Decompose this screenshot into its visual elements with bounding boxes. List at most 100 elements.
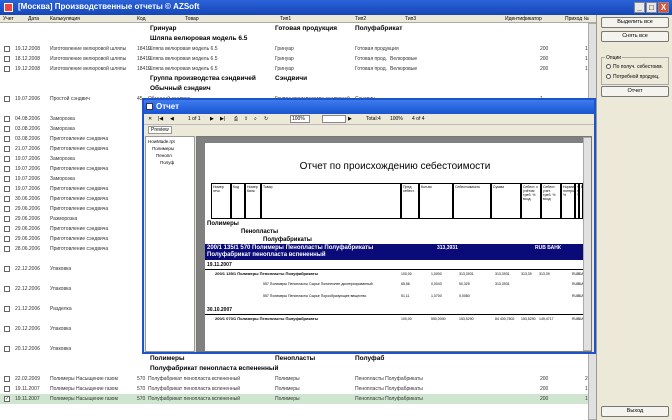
zoom-select[interactable]: 100% [290,115,310,123]
close-button[interactable]: X [658,2,669,13]
cell-date: 19.11.2007 [15,386,40,392]
column-header[interactable]: Идентификатор [505,16,542,22]
group-row: Гринуар Готовая продукция Полуфабрикат [0,24,596,34]
tab-preview[interactable]: Preview [148,126,172,134]
column-header[interactable]: Приход № [565,16,589,22]
column-header[interactable]: Дата [28,16,39,22]
print-icon[interactable]: ⎙ [234,116,238,122]
row-checkbox[interactable] [4,156,10,162]
row-checkbox[interactable] [4,166,10,172]
row-checkbox[interactable] [4,96,10,102]
band-currency: RUB БАНК [535,245,561,251]
column-header[interactable]: Товар [185,16,199,22]
search-field[interactable] [322,115,346,123]
maximize-button[interactable]: □ [646,2,657,13]
report-value: 1,0000 [431,272,442,276]
row-checkbox[interactable] [4,136,10,142]
clear-all-button[interactable]: Снять все [601,31,669,42]
report-value: 313,39 [521,272,532,276]
row-checkbox[interactable] [4,266,10,272]
report-value: 149,4717 [539,317,554,321]
select-all-button[interactable]: Выделить все [601,17,669,28]
group-level-3: Полуфабрикаты [263,237,312,243]
line-2: 200/1 070/1 Полимеры Пенопласты Полуфабр… [215,316,319,321]
prev-page-icon[interactable]: ◀ [170,116,174,122]
table-row[interactable]: 19.11.2007 Полимеры Насыщение газом 570 Пол… [0,384,596,394]
search-icon[interactable]: ⌕ [254,116,257,122]
tree-node-foam[interactable]: Пенопл [156,153,172,158]
cell-calc: Полимеры Насыщение газом [50,396,118,402]
option-cost-radio[interactable]: По получ. себестоим. [606,64,663,70]
report-scrollbar[interactable] [583,137,591,351]
refresh-icon[interactable]: ↻ [264,116,268,122]
find-icon[interactable]: ▶ [348,116,352,122]
cell-t2: Готовая прод. [355,56,388,62]
cell-date: 22.12.2006 [15,286,41,292]
table-row[interactable]: 19.12.2008 Изготовление велюровой шляпы 18… [0,44,596,54]
cell-date: 21.07.2006 [15,146,41,152]
report-viewport[interactable]: Отчет по происхождению себестоимости Ном… [196,136,592,352]
first-page-icon[interactable]: |◀ [158,116,163,122]
cell-date: 19.07.2006 [15,166,41,172]
report-value: 1,0700 [431,294,442,298]
group-cell: Группа производства сэндвичей [150,75,256,82]
row-checkbox[interactable] [4,246,10,252]
row-checkbox[interactable]: ✓ [4,396,10,402]
cell-id: 200 [540,46,549,52]
row-checkbox[interactable] [4,386,10,392]
main-window: [Москва] Производственные отчеты © AZSof… [0,0,672,420]
tree-node-semi[interactable]: Полуф [160,160,174,165]
row-checkbox[interactable] [4,126,10,132]
report-column-header: Сумма [491,183,521,219]
row-checkbox[interactable] [4,216,10,222]
row-checkbox[interactable] [4,206,10,212]
row-checkbox[interactable] [4,176,10,182]
table-row[interactable]: 19.12.2008 Изготовление велюровой шляпы 18… [0,64,596,74]
option-demand-radio[interactable]: Потребной продукц. [606,74,660,80]
report-icon [146,103,153,110]
close-report-icon[interactable]: ✕ [148,116,152,122]
report-button[interactable]: Отчет [601,86,669,97]
exit-button[interactable]: Выход [601,406,669,417]
group-tree[interactable]: HowMade.rpt Полимеры Пенопл Полуф [145,136,195,352]
row-checkbox[interactable] [4,236,10,242]
row-checkbox[interactable] [4,326,10,332]
cell-date: 03.08.2006 [15,136,41,142]
row-checkbox[interactable] [4,56,10,62]
column-header[interactable]: Тип1 [280,16,291,22]
cell-calc: Разделка [50,306,72,312]
row-checkbox[interactable] [4,146,10,152]
column-header[interactable]: Учет [3,16,14,22]
table-row[interactable]: 18.12.2008 Изготовление велюровой шляпы 18… [0,54,596,64]
table-row[interactable]: ✓ 19.11.2007 Полимеры Насыщение газом 570 По… [0,394,596,404]
cell-calc: Приготовление сэндвича [50,236,109,242]
last-page-icon[interactable]: ▶| [220,116,225,122]
cell-t1: Полимеры [275,396,300,402]
group-row: Шляпа велюровая модель 6.5 [0,34,596,44]
column-header[interactable]: Калькуляция [50,16,80,22]
row-checkbox[interactable] [4,306,10,312]
row-checkbox[interactable] [4,66,10,72]
column-header[interactable]: Код [137,16,146,22]
row-checkbox[interactable] [4,346,10,352]
row-checkbox[interactable] [4,226,10,232]
next-page-icon[interactable]: ▶ [210,116,214,122]
cell-calc: Заморозка [50,116,75,122]
tree-node-polymers[interactable]: Полимеры [152,146,174,151]
cell-date: 29.06.2006 [15,206,41,212]
table-row[interactable]: 22.02.2009 Полимеры Насыщение газом 570 Пол… [0,374,596,384]
minimize-button[interactable]: _ [634,2,645,13]
cell-code: 570 [137,386,146,392]
row-checkbox[interactable] [4,376,10,382]
row-checkbox[interactable] [4,46,10,52]
tree-root[interactable]: HowMade.rpt [148,139,175,144]
row-checkbox[interactable] [4,196,10,202]
row-checkbox[interactable] [4,186,10,192]
row-checkbox[interactable] [4,116,10,122]
column-header[interactable]: Тип3 [405,16,416,22]
cell-date: 30.06.2006 [15,196,41,202]
column-header[interactable]: Тип2 [355,16,366,22]
export-icon[interactable]: ⇪ [244,116,248,122]
group-cell: Пенопласты [275,355,316,362]
row-checkbox[interactable] [4,286,10,292]
